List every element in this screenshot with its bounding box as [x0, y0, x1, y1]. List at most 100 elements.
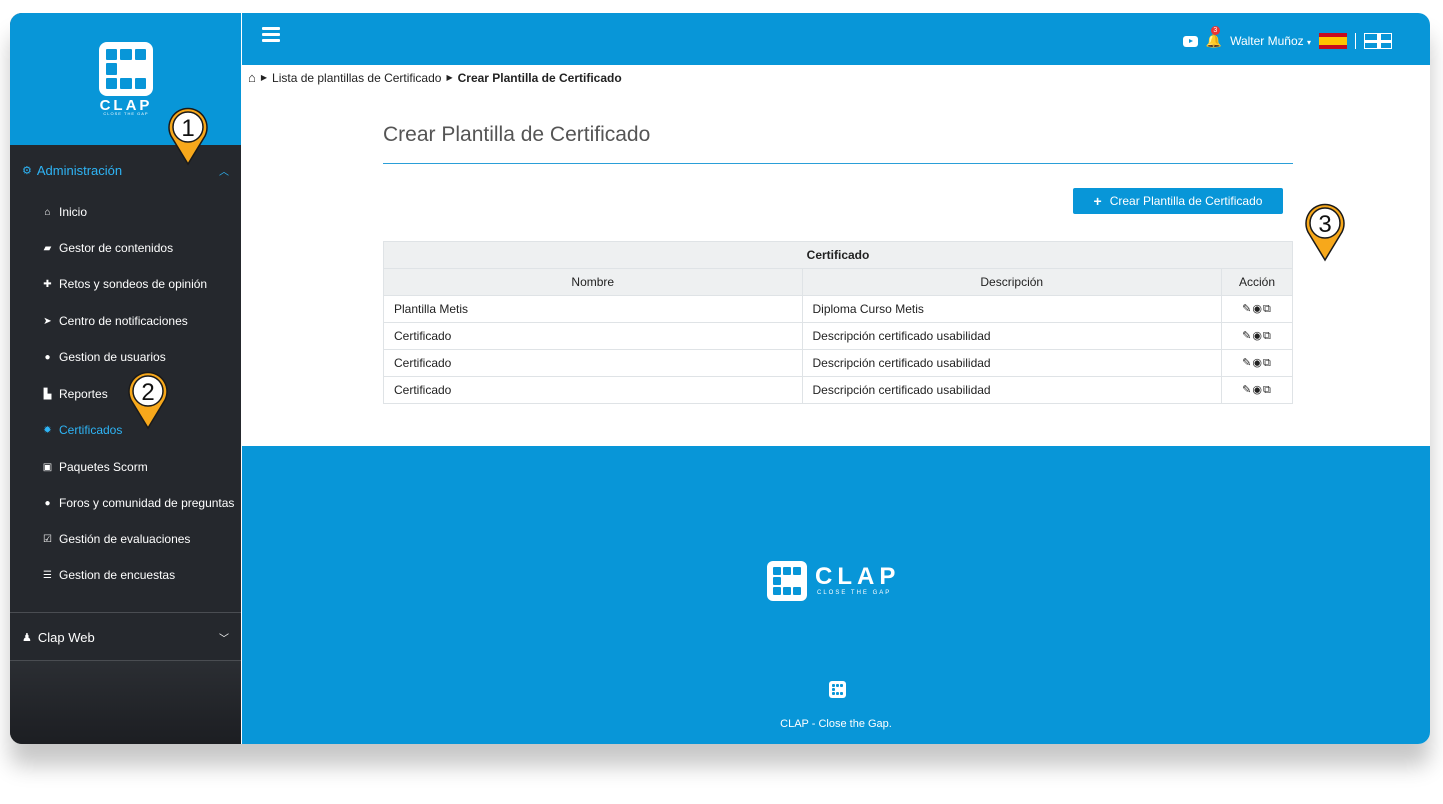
copy-icon[interactable]: ⧉: [1263, 330, 1272, 342]
puzzle-icon: ✚: [43, 278, 52, 290]
column-header-accion: Acción: [1221, 268, 1293, 296]
spanish-flag-icon[interactable]: [1319, 33, 1347, 49]
plus-icon: +: [1093, 193, 1102, 209]
chart-icon: ▙: [43, 388, 52, 400]
user-menu[interactable]: Walter Muñoz ▾: [1230, 34, 1311, 48]
sidebar-item-label: Gestion de usuarios: [59, 350, 166, 364]
sidebar-item-notificaciones[interactable]: ➤ Centro de notificaciones: [41, 311, 188, 331]
sidebar-item-reportes[interactable]: ▙ Reportes: [41, 384, 108, 404]
flag-divider: [1355, 33, 1356, 49]
top-right-controls: 🔔 3 Walter Muñoz ▾: [1182, 26, 1392, 49]
cell-nombre: Plantilla Metis: [383, 295, 803, 323]
cell-actions: ✎◉⧉: [1221, 322, 1293, 350]
view-eye-icon[interactable]: ◉: [1252, 330, 1263, 342]
uk-flag-icon[interactable]: [1364, 33, 1392, 49]
cell-actions: ✎◉⧉: [1221, 295, 1293, 323]
footer-logo-icon: [767, 561, 807, 601]
paper-plane-icon: ➤: [43, 315, 52, 327]
notification-count-badge: 3: [1210, 26, 1220, 35]
edit-pencil-icon[interactable]: ✎: [1242, 357, 1252, 369]
chevron-down-icon: ﹀: [219, 633, 229, 645]
book-icon: ▰: [43, 242, 52, 254]
copy-icon[interactable]: ⧉: [1263, 384, 1272, 396]
sidebar-item-inicio[interactable]: ⌂ Inicio: [41, 202, 87, 222]
sidebar-item-label: Inicio: [59, 205, 88, 219]
cell-nombre: Certificado: [383, 376, 803, 404]
marker-number: 1: [181, 115, 194, 142]
footer-copyright: CLAP - Close the Gap.: [780, 718, 892, 730]
title-divider: [383, 163, 1293, 164]
view-eye-icon[interactable]: ◉: [1252, 303, 1263, 315]
hamburger-menu-icon[interactable]: [262, 27, 280, 42]
sidebar-item-usuarios[interactable]: ● Gestion de usuarios: [41, 347, 166, 367]
chevron-up-icon: ︿: [219, 166, 229, 178]
copy-icon[interactable]: ⧉: [1263, 303, 1272, 315]
cell-descripcion: Descripción certificado usabilidad: [801, 376, 1222, 404]
edit-pencil-icon[interactable]: ✎: [1242, 330, 1252, 342]
notification-bell-icon[interactable]: 🔔 3: [1206, 26, 1222, 49]
certificates-table: Certificado Nombre Descripción Acción Pl…: [383, 241, 1293, 404]
page-title: Crear Plantilla de Certificado: [383, 123, 651, 146]
create-certificate-template-button[interactable]: + Crear Plantilla de Certificado: [1073, 188, 1283, 214]
sidebar-group-clap-web[interactable]: ♟ Clap Web ﹀: [10, 614, 241, 660]
clap-logo-icon[interactable]: [99, 42, 153, 96]
archive-icon: ▣: [42, 461, 53, 473]
caret-down-icon: ▾: [1306, 38, 1311, 47]
brand-tagline: CLOSE THE GAP: [103, 111, 149, 116]
table-row: Certificado Descripción certificado usab…: [383, 322, 1293, 350]
sidebar-item-label: Gestion de encuestas: [59, 568, 176, 582]
sidebar-item-label: Reportes: [59, 387, 108, 401]
sidebar-item-label: Centro de notificaciones: [59, 314, 188, 328]
table-caption: Certificado: [383, 241, 1293, 269]
breadcrumb: ⌂ ▶ Lista de plantillas de Certificado ▶…: [248, 70, 622, 85]
youtube-icon[interactable]: [1182, 35, 1198, 47]
sidebar-item-foros[interactable]: ● Foros y comunidad de preguntas: [41, 493, 234, 513]
footer-small-logo-icon: [829, 681, 846, 698]
sidebar-item-label: Gestor de contenidos: [59, 241, 174, 255]
annotation-marker-3: 3: [1305, 203, 1345, 262]
users-icon: ●: [44, 351, 51, 363]
footer-brand-tagline: CLOSE THE GAP: [817, 590, 892, 596]
list-icon: ☰: [43, 569, 52, 581]
footer: CLAP CLOSE THE GAP CLAP - Close the Gap.: [242, 446, 1430, 744]
home-icon: ⌂: [44, 206, 51, 218]
edit-pencil-icon[interactable]: ✎: [1242, 303, 1252, 315]
caret-right-icon: ▶: [446, 73, 453, 82]
cell-nombre: Certificado: [383, 322, 803, 350]
sidebar-item-gestor-contenidos[interactable]: ▰ Gestor de contenidos: [41, 238, 173, 258]
sidebar-divider: [10, 612, 241, 613]
top-navbar: 🔔 3 Walter Muñoz ▾: [241, 13, 1430, 65]
sidebar-item-label: Certificados: [59, 423, 123, 437]
sidebar-group-label: Clap Web: [37, 629, 95, 645]
sidebar-item-certificados[interactable]: ✹ Certificados: [41, 420, 122, 440]
sidebar-bottom: [10, 661, 241, 744]
user-name: Walter Muñoz: [1230, 34, 1304, 48]
marker-number: 2: [141, 379, 154, 406]
sidebar-item-label: Retos y sondeos de opinión: [59, 277, 208, 291]
comments-icon: ●: [44, 497, 51, 509]
cell-descripcion: Descripción certificado usabilidad: [801, 349, 1222, 377]
annotation-marker-1: 1: [168, 107, 208, 166]
copy-icon[interactable]: ⧉: [1263, 357, 1272, 369]
user-icon: ♟: [22, 631, 32, 644]
home-icon[interactable]: ⌂: [248, 70, 256, 85]
view-eye-icon[interactable]: ◉: [1252, 357, 1263, 369]
breadcrumb-parent-link[interactable]: Lista de plantillas de Certificado: [272, 71, 441, 85]
edit-pencil-icon[interactable]: ✎: [1242, 384, 1252, 396]
button-label: Crear Plantilla de Certificado: [1109, 194, 1263, 208]
cell-nombre: Certificado: [383, 349, 803, 377]
column-header-nombre: Nombre: [383, 268, 803, 296]
sidebar-item-retos[interactable]: ✚ Retos y sondeos de opinión: [41, 274, 207, 294]
checkbox-icon: ☑: [43, 533, 52, 545]
sidebar-item-scorm[interactable]: ▣ Paquetes Scorm: [41, 457, 148, 477]
breadcrumb-current: Crear Plantilla de Certificado: [457, 70, 622, 85]
annotation-marker-2: 2: [128, 371, 168, 430]
table-row: Plantilla Metis Diploma Curso Metis ✎◉⧉: [383, 295, 1293, 323]
sidebar-group-label: Administración: [36, 162, 123, 178]
cell-actions: ✎◉⧉: [1221, 376, 1293, 404]
view-eye-icon[interactable]: ◉: [1252, 384, 1263, 396]
caret-right-icon: ▶: [260, 73, 268, 82]
sidebar-item-encuestas[interactable]: ☰ Gestion de encuestas: [41, 565, 175, 585]
cell-descripcion: Diploma Curso Metis: [801, 295, 1222, 323]
sidebar-item-evaluaciones[interactable]: ☑ Gestión de evaluaciones: [41, 529, 190, 549]
